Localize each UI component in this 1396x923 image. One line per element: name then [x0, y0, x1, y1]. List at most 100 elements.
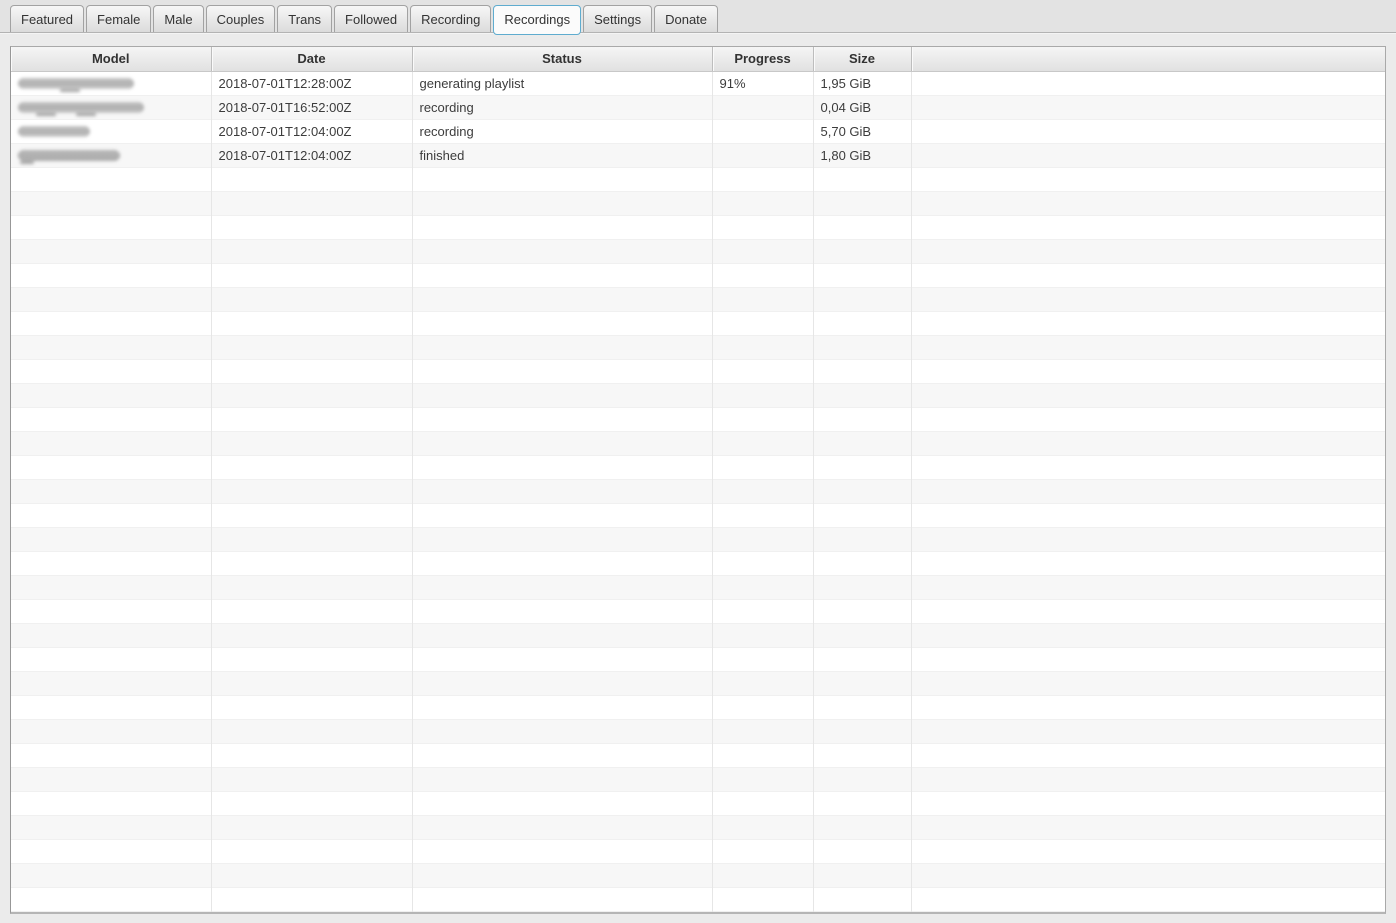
table-row-empty[interactable]	[11, 167, 1385, 191]
table-row-empty[interactable]	[11, 815, 1385, 839]
table-row-empty[interactable]	[11, 503, 1385, 527]
blank-cell	[813, 623, 912, 647]
table-row-empty[interactable]	[11, 311, 1385, 335]
blank-cell	[211, 551, 413, 575]
blank-cell	[412, 647, 713, 671]
table-row-empty[interactable]	[11, 863, 1385, 887]
blank-cell	[412, 575, 713, 599]
column-header-date[interactable]: Date	[211, 47, 413, 72]
tab-recordings[interactable]: Recordings	[493, 5, 582, 35]
blank-cell	[11, 767, 212, 791]
table-row-empty[interactable]	[11, 479, 1385, 503]
blank-cell	[911, 215, 1385, 239]
blank-cell	[813, 551, 912, 575]
table-row-empty[interactable]	[11, 383, 1385, 407]
blank-cell	[813, 743, 912, 767]
blank-cell	[911, 503, 1385, 527]
blank-cell	[211, 383, 413, 407]
tab-female[interactable]: Female	[86, 5, 152, 32]
blank-cell	[412, 455, 713, 479]
table-row-empty[interactable]	[11, 647, 1385, 671]
blank-cell	[813, 455, 912, 479]
blank-cell	[211, 311, 413, 335]
blank-cell	[712, 575, 814, 599]
table-row-empty[interactable]	[11, 455, 1385, 479]
blank-cell	[211, 479, 413, 503]
tab-featured[interactable]: Featured	[10, 5, 85, 32]
redacted-model-name	[18, 149, 120, 161]
tab-bar: Featured Female Male Couples Trans Follo…	[0, 0, 1396, 35]
blank-cell	[911, 167, 1385, 191]
blank-cell	[712, 215, 814, 239]
blank-cell	[211, 191, 413, 215]
blank-cell	[911, 767, 1385, 791]
table-row-empty[interactable]	[11, 431, 1385, 455]
tab-couples[interactable]: Couples	[205, 5, 276, 32]
column-header-blank	[911, 47, 1385, 72]
table-row-empty[interactable]	[11, 695, 1385, 719]
column-header-size[interactable]: Size	[813, 47, 912, 72]
blank-cell	[911, 431, 1385, 455]
blank-cell	[11, 455, 212, 479]
blank-cell	[211, 167, 413, 191]
blank-cell	[211, 863, 413, 887]
blank-cell	[911, 407, 1385, 431]
blank-cell	[11, 575, 212, 599]
blank-cell	[712, 671, 814, 695]
blank-cell	[11, 623, 212, 647]
table-row[interactable]: 2018-07-01T12:04:00Z finished 1,80 GiB	[11, 143, 1385, 167]
blank-cell	[813, 599, 912, 623]
table-row-empty[interactable]	[11, 839, 1385, 863]
blank-cell	[412, 695, 713, 719]
blank-cell	[813, 359, 912, 383]
table-row-empty[interactable]	[11, 263, 1385, 287]
table-row-empty[interactable]	[11, 215, 1385, 239]
blank-cell	[813, 695, 912, 719]
blank-cell	[412, 791, 713, 815]
table-row-empty[interactable]	[11, 239, 1385, 263]
table-row-empty[interactable]	[11, 335, 1385, 359]
column-header-model[interactable]: Model	[11, 47, 212, 72]
table-row-empty[interactable]	[11, 551, 1385, 575]
table-row-empty[interactable]	[11, 887, 1385, 911]
tab-male[interactable]: Male	[153, 5, 204, 32]
date-cell: 2018-07-01T12:04:00Z	[211, 119, 413, 143]
blank-cell	[911, 839, 1385, 863]
blank-cell	[211, 647, 413, 671]
table-row-empty[interactable]	[11, 767, 1385, 791]
blank-cell	[412, 407, 713, 431]
table-row-empty[interactable]	[11, 575, 1385, 599]
table-row-empty[interactable]	[11, 359, 1385, 383]
table-row-empty[interactable]	[11, 287, 1385, 311]
tab-followed[interactable]: Followed	[334, 5, 409, 32]
table-row-empty[interactable]	[11, 599, 1385, 623]
blank-cell	[911, 335, 1385, 359]
column-header-progress[interactable]: Progress	[712, 47, 814, 72]
blank-cell	[412, 311, 713, 335]
tab-recording[interactable]: Recording	[410, 5, 492, 32]
table-row-empty[interactable]	[11, 527, 1385, 551]
blank-cell	[712, 551, 814, 575]
table-row-empty[interactable]	[11, 623, 1385, 647]
table-row[interactable]: 2018-07-01T16:52:00Z recording 0,04 GiB	[11, 95, 1385, 119]
blank-cell	[412, 623, 713, 647]
table-row-empty[interactable]	[11, 791, 1385, 815]
table-row-empty[interactable]	[11, 671, 1385, 695]
table-row[interactable]: 2018-07-01T12:04:00Z recording 5,70 GiB	[11, 119, 1385, 143]
blank-cell	[813, 863, 912, 887]
blank-cell	[712, 263, 814, 287]
blank-cell	[813, 647, 912, 671]
table-row-empty[interactable]	[11, 407, 1385, 431]
blank-cell	[11, 407, 212, 431]
column-header-status[interactable]: Status	[412, 47, 713, 72]
table-row-empty[interactable]	[11, 743, 1385, 767]
tab-trans[interactable]: Trans	[277, 5, 333, 32]
blank-cell	[11, 839, 212, 863]
blank-cell	[11, 239, 212, 263]
tab-settings[interactable]: Settings	[583, 5, 653, 32]
table-row-empty[interactable]	[11, 719, 1385, 743]
tab-donate[interactable]: Donate	[654, 5, 719, 32]
table-row-empty[interactable]	[11, 191, 1385, 215]
table-row[interactable]: 2018-07-01T12:28:00Z generating playlist…	[11, 71, 1385, 95]
blank-cell	[11, 671, 212, 695]
